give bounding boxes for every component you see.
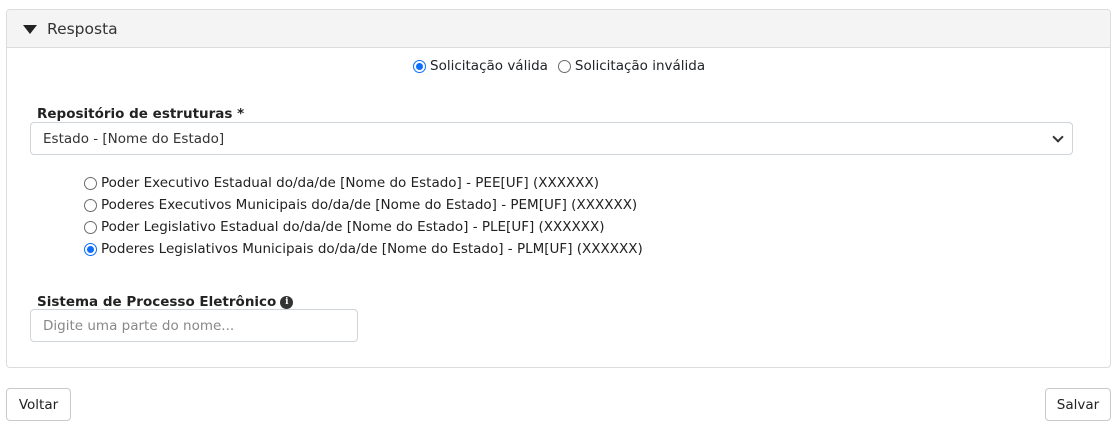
radio-valid[interactable] [413, 59, 426, 73]
caret-down-icon[interactable] [23, 24, 37, 34]
radio-invalid-label: Solicitação inválida [574, 58, 706, 74]
system-label: Sistema de Processo Eletrônico [37, 294, 277, 310]
structure-option-label: Poderes Executivos Municipais do/da/de [… [101, 197, 638, 213]
repository-label: Repositório de estruturas * [37, 106, 245, 122]
structure-option-label: Poder Legislativo Estadual do/da/de [Nom… [101, 219, 605, 235]
radio-valid-label: Solicitação válida [430, 58, 548, 74]
radio-ple[interactable] [84, 220, 97, 234]
radio-plm[interactable] [84, 242, 97, 256]
structure-option-pem[interactable]: Poderes Executivos Municipais do/da/de [… [84, 194, 643, 216]
validity-radio-group: Solicitação válida Solicitação inválida [413, 58, 705, 74]
back-button[interactable]: Voltar [6, 388, 71, 421]
repository-select[interactable]: Estado - [Nome do Estado] [30, 122, 1073, 155]
system-label-row: Sistema de Processo Eletrônico i [37, 294, 294, 310]
radio-pee[interactable] [84, 176, 97, 190]
radio-invalid-option[interactable]: Solicitação inválida [557, 58, 706, 74]
panel-header[interactable]: Resposta [7, 10, 1110, 48]
structure-radio-list: Poder Executivo Estadual do/da/de [Nome … [84, 172, 643, 260]
chevron-down-icon [1052, 131, 1064, 143]
repository-selected-value: Estado - [Nome do Estado] [43, 130, 225, 147]
panel-title: Resposta [47, 19, 118, 38]
radio-invalid[interactable] [557, 59, 571, 73]
structure-option-pee[interactable]: Poder Executivo Estadual do/da/de [Nome … [84, 172, 643, 194]
system-search-input[interactable] [30, 309, 358, 342]
radio-valid-option[interactable]: Solicitação válida [413, 58, 548, 74]
structure-option-label: Poder Executivo Estadual do/da/de [Nome … [101, 175, 599, 191]
structure-option-ple[interactable]: Poder Legislativo Estadual do/da/de [Nom… [84, 216, 643, 238]
radio-pem[interactable] [84, 198, 97, 212]
save-button[interactable]: Salvar [1045, 388, 1111, 421]
structure-option-plm[interactable]: Poderes Legislativos Municipais do/da/de… [84, 238, 643, 260]
structure-option-label: Poderes Legislativos Municipais do/da/de… [101, 241, 643, 257]
info-circle-icon[interactable]: i [280, 295, 294, 309]
